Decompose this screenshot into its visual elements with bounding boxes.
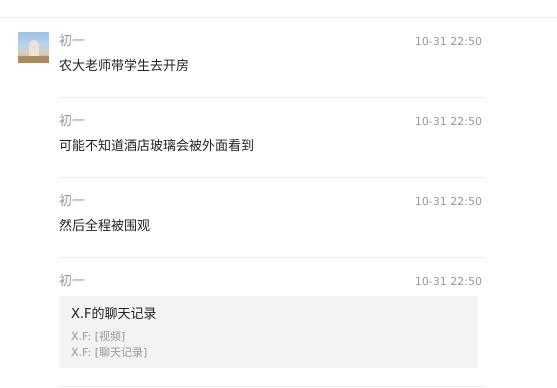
message-text: 然后全程被围观 — [59, 219, 151, 234]
message-time: 10-31 22:50 — [414, 275, 482, 288]
sender-name: 初一 — [59, 114, 86, 129]
sender-avatar[interactable] — [18, 32, 49, 63]
message-text: 农大老师带学生去开房 — [59, 59, 190, 74]
message-time: 10-31 22:50 — [414, 35, 482, 48]
message-divider — [59, 386, 485, 387]
message-text: 可能不知道酒店玻璃会被外面看到 — [59, 139, 255, 154]
chat-record-line: X.F: [聊天记录] — [71, 346, 148, 359]
sender-name: 初一 — [59, 194, 86, 209]
sender-name: 初一 — [59, 274, 86, 289]
chat-record-card[interactable]: X.F的聊天记录 X.F: [视频] X.F: [聊天记录] — [59, 296, 478, 368]
message-time: 10-31 22:50 — [414, 195, 482, 208]
avatar-ground — [18, 56, 49, 63]
chat-record-title: X.F的聊天记录 — [71, 307, 157, 322]
sender-name: 初一 — [59, 34, 86, 49]
message-divider — [59, 177, 485, 178]
message-divider — [59, 257, 485, 258]
message-time: 10-31 22:50 — [414, 115, 482, 128]
message-divider — [59, 97, 485, 98]
top-divider — [0, 17, 557, 18]
chat-record-line: X.F: [视频] — [71, 330, 126, 343]
